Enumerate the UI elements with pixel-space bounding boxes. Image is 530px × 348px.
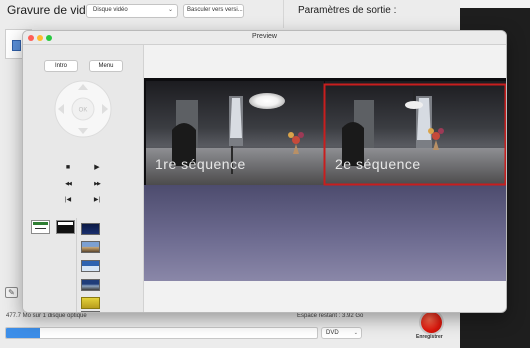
preview-titlebar: Preview bbox=[23, 31, 506, 45]
rewind-button[interactable]: ◀◀ bbox=[62, 178, 74, 190]
format-value: DVD bbox=[326, 330, 339, 336]
chevron-down-icon: ⌄ bbox=[167, 7, 173, 13]
chapter-thumbnail[interactable] bbox=[81, 297, 100, 309]
edit-icon[interactable]: ✎ bbox=[5, 287, 18, 298]
chapter-2-title: 2e séquence bbox=[335, 156, 421, 172]
menu-button[interactable]: Menu bbox=[89, 60, 123, 72]
previous-chapter-button[interactable]: |◀ bbox=[62, 194, 74, 206]
divider bbox=[283, 0, 284, 28]
disc-type-select[interactable]: Disque vidéo ⌄ bbox=[86, 4, 178, 18]
remote-control-panel: Intro Menu OK ■ ▶ ◀◀ ▶▶ |◀ ▶| bbox=[23, 45, 144, 312]
disc-type-value: Disque vidéo bbox=[93, 7, 128, 13]
stop-button[interactable]: ■ bbox=[62, 162, 74, 174]
intro-button[interactable]: Intro bbox=[44, 60, 78, 72]
record-button[interactable] bbox=[421, 312, 442, 333]
preview-window: Preview Intro Menu OK ■ ▶ ◀◀ ▶▶ |◀ ▶| 1r… bbox=[22, 30, 507, 313]
preview-window-title: Preview bbox=[252, 33, 277, 40]
directional-pad: OK bbox=[54, 80, 112, 138]
output-settings-title: Paramètres de sortie : bbox=[298, 5, 397, 16]
chapter-1-title: 1re séquence bbox=[155, 156, 246, 172]
menu-template-light[interactable] bbox=[31, 220, 50, 234]
disc-usage-fill bbox=[6, 328, 41, 338]
menu-lower-area bbox=[144, 185, 506, 281]
ok-label: OK bbox=[79, 108, 88, 114]
chapter-1-thumbnail[interactable]: 1re séquence bbox=[146, 81, 324, 185]
chevron-down-icon: ⌄ bbox=[353, 330, 358, 336]
remaining-space-text: Espace restant : 3.92 Go bbox=[297, 313, 364, 319]
chapter-thumbnail[interactable] bbox=[81, 223, 100, 235]
dvd-menu-preview: 1re séquence 2e séquence bbox=[144, 78, 506, 281]
chapter-2-thumbnail[interactable]: 2e séquence bbox=[325, 81, 506, 185]
play-button[interactable]: ▶ bbox=[91, 162, 103, 174]
file-icon bbox=[12, 40, 21, 51]
menu-template-dark[interactable] bbox=[56, 220, 75, 234]
divider bbox=[76, 218, 77, 312]
disc-usage-text: 477.7 Mo sur 1 disque optique bbox=[6, 313, 87, 319]
next-chapter-button[interactable]: ▶| bbox=[91, 194, 103, 206]
desktop-strip bbox=[460, 0, 530, 8]
chapter-thumbnail[interactable] bbox=[81, 311, 100, 312]
fast-forward-button[interactable]: ▶▶ bbox=[91, 178, 103, 190]
switch-version-button[interactable]: Basculer vers versi... bbox=[183, 4, 244, 18]
disc-usage-bar bbox=[5, 327, 318, 339]
record-label: Enregistrer bbox=[416, 334, 443, 340]
chapter-thumbnail[interactable] bbox=[81, 279, 100, 291]
chapter-thumbnail[interactable] bbox=[81, 241, 100, 253]
format-select[interactable]: DVD ⌄ bbox=[321, 327, 362, 339]
chapter-thumbnail[interactable] bbox=[81, 260, 100, 272]
